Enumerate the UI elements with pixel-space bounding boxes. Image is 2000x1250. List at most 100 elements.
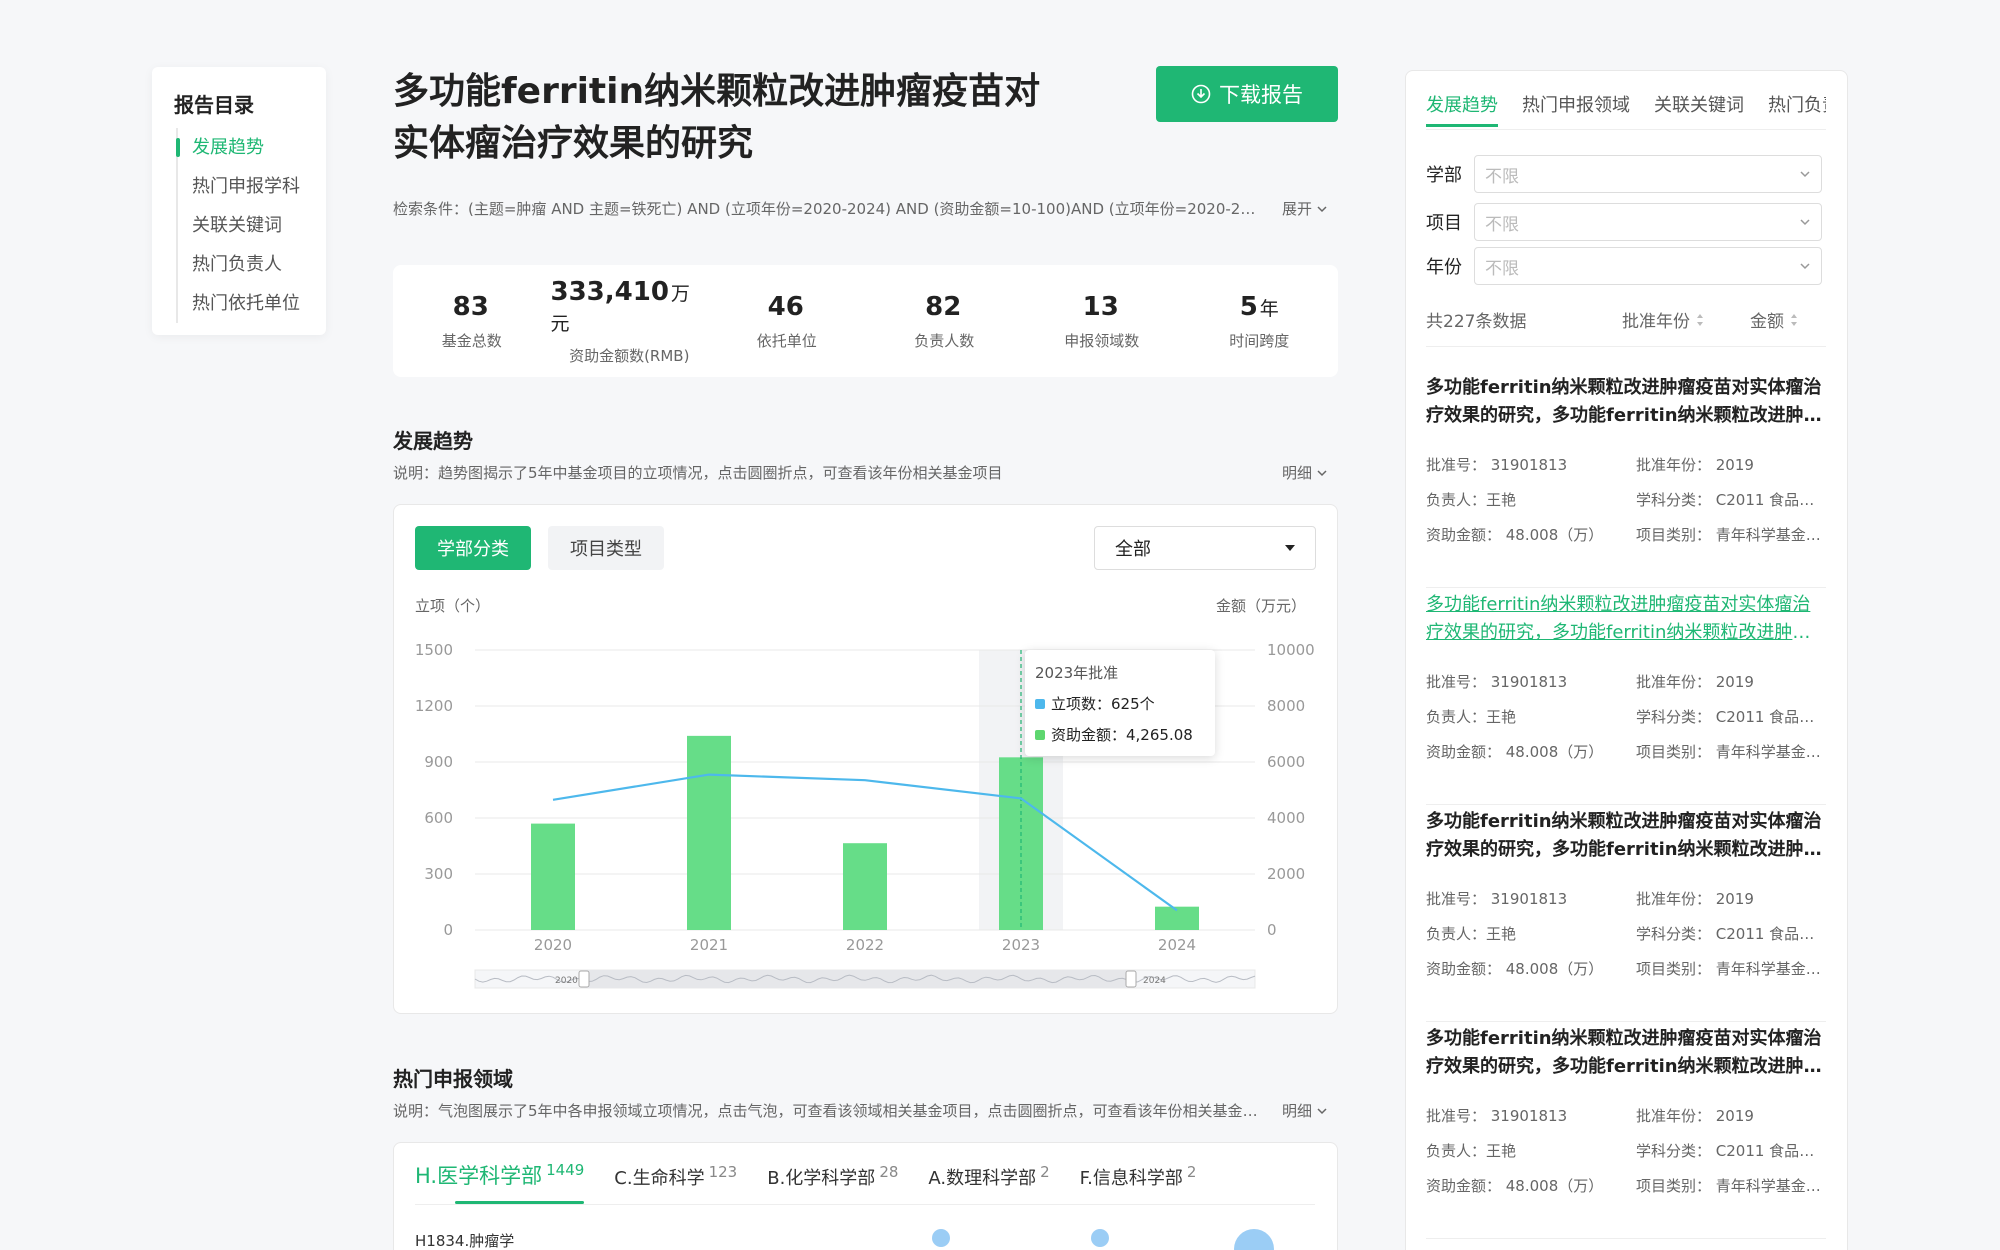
approval-number: 批准号： 31901813: [1426, 890, 1568, 908]
download-report-label: 下载报告: [1219, 83, 1303, 107]
left-tick-label: 1500: [415, 641, 453, 659]
sort-by-year[interactable]: 批准年份: [1622, 307, 1750, 332]
toc-title: 报告目录: [174, 93, 254, 117]
subject-category: 学科分类： C2011 食品科学: [1636, 708, 1826, 726]
hot-section-title: 热门申报领域: [393, 1067, 513, 1091]
domain-tab-chemistry[interactable]: B.化学科学部 28: [767, 1163, 898, 1204]
trend-detail-button[interactable]: 明细: [1282, 462, 1328, 483]
bubble[interactable]: [932, 1229, 950, 1247]
project-card: 多功能ferritin纳米颗粒改进肿瘤疫苗对实体瘤治疗效果的研究，多功能ferr…: [1426, 1025, 1826, 1239]
toc-item-institutions[interactable]: 热门依托单位: [178, 284, 326, 323]
right-tick-label: 2000: [1267, 865, 1305, 883]
tab-department[interactable]: 学部分类: [415, 526, 531, 570]
toc-item-trend[interactable]: 发展趋势: [176, 128, 326, 167]
left-tick-label: 900: [424, 753, 453, 771]
x-tick-label: 2021: [690, 936, 728, 954]
funding-amount: 资助金额： 48.008（万）: [1426, 1177, 1604, 1195]
expand-conditions-button[interactable]: 展开: [1282, 198, 1328, 219]
sort-icon: [1697, 313, 1703, 326]
tooltip-title: 2023年批准: [1035, 664, 1119, 682]
chevron-down-icon: [1317, 205, 1327, 212]
toc-item-keywords[interactable]: 关联关键词: [178, 206, 326, 245]
chevron-down-icon: [1800, 171, 1810, 178]
project-category: 项目类别： 青年科学基金项目: [1636, 526, 1826, 544]
trend-filter-select[interactable]: 全部: [1094, 526, 1316, 570]
project-title-link[interactable]: 多功能ferritin纳米颗粒改进肿瘤疫苗对实体瘤治疗效果的研究，多功能ferr…: [1426, 591, 1826, 647]
department-select[interactable]: 不限: [1474, 155, 1822, 193]
project-title-link[interactable]: 多功能ferritin纳米颗粒改进肿瘤疫苗对实体瘤治疗效果的研究，多功能ferr…: [1426, 808, 1826, 864]
hot-detail-button[interactable]: 明细: [1282, 1100, 1328, 1121]
toc-list: 发展趋势 热门申报学科 关联关键词 热门负责人 热门依托单位: [176, 128, 326, 323]
trend-section-desc: 说明：趋势图揭示了5年中基金项目的立项情况，点击圆圈折点，可查看该年份相关基金项…: [393, 464, 1003, 482]
approval-year: 批准年份： 2019: [1636, 890, 1754, 908]
funding-amount: 资助金额： 48.008（万）: [1426, 960, 1604, 978]
domain-tab-medical[interactable]: H.医学科学部 1449: [415, 1160, 585, 1204]
stat-value: 83: [452, 291, 489, 322]
project-title-link[interactable]: 多功能ferritin纳米颗粒改进肿瘤疫苗对实体瘤治疗效果的研究，多功能ferr…: [1426, 1025, 1826, 1081]
stat-label: 资助金额数(RMB): [569, 346, 690, 365]
x-tick-label: 2020: [534, 936, 572, 954]
domain-tabs: H.医学科学部 1449 C.生命科学 123 B.化学科学部 28 A.数理科学部 2…: [415, 1160, 1315, 1205]
right-tab-hot-domain[interactable]: 热门申报领域: [1522, 91, 1630, 127]
zoom-slider-window: [585, 970, 1130, 988]
approval-year: 批准年份： 2019: [1636, 1107, 1754, 1125]
bubble[interactable]: [1091, 1229, 1109, 1247]
bar: [843, 843, 887, 930]
right-tab-keywords[interactable]: 关联关键词: [1654, 91, 1744, 127]
report-title: 多功能ferritin纳米颗粒改进肿瘤疫苗对实体瘤治疗效果的研究: [393, 71, 1041, 164]
chevron-down-icon: [1317, 1107, 1327, 1114]
right-tabs: 发展趋势 热门申报领域 关联关键词 热门负责人: [1426, 91, 1826, 127]
approval-number: 批准号： 31901813: [1426, 673, 1568, 691]
caret-down-icon: [1285, 545, 1295, 551]
approval-number: 批准号： 31901813: [1426, 456, 1568, 474]
project-select[interactable]: 不限: [1474, 203, 1822, 241]
funding-amount: 资助金额： 48.008（万）: [1426, 743, 1604, 761]
tab-project-type[interactable]: 项目类型: [548, 526, 664, 570]
bubble-row-label: H1834.肿瘤学: [415, 1232, 515, 1250]
filter-row-year: 年份 不限: [1426, 247, 1822, 285]
year-select[interactable]: 不限: [1474, 247, 1822, 285]
right-tab-leaders[interactable]: 热门负责人: [1768, 91, 1826, 127]
subject-category: 学科分类： C2011 食品科学: [1636, 925, 1826, 943]
stat-value: 46: [767, 291, 804, 322]
stats-card: 83 基金总数 333,410 万元 资助金额数(RMB) 46 依托单位 82 负责人数…: [393, 265, 1338, 377]
expand-label: 展开: [1282, 200, 1313, 218]
stat-value: 333,410: [550, 276, 669, 307]
toc-item-leaders[interactable]: 热门负责人: [178, 245, 326, 284]
approval-year: 批准年份： 2019: [1636, 456, 1754, 474]
project-title-link[interactable]: 多功能ferritin纳米颗粒改进肿瘤疫苗对实体瘤治疗效果的研究，多功能ferr…: [1426, 374, 1826, 430]
trend-section-title: 发展趋势: [393, 429, 473, 453]
stat-label: 申报领域数: [1064, 331, 1140, 350]
zoom-handle-end: [1125, 970, 1137, 988]
filter-label: 学部: [1426, 165, 1462, 186]
filter-row-department: 学部 不限: [1426, 155, 1822, 193]
x-tick-label: 2022: [846, 936, 884, 954]
tooltip-count: 立项数：625个: [1051, 695, 1155, 713]
project-card: 多功能ferritin纳米颗粒改进肿瘤疫苗对实体瘤治疗效果的研究，多功能ferr…: [1426, 591, 1826, 805]
domain-tab-math-physics[interactable]: A.数理科学部 2: [928, 1163, 1049, 1204]
domain-tab-life[interactable]: C.生命科学 123: [614, 1163, 737, 1204]
download-report-button[interactable]: 下载报告: [1156, 66, 1338, 122]
left-axis-label: 立项（个）: [415, 597, 491, 615]
right-tick-label: 4000: [1267, 809, 1305, 827]
tabs-divider: [1426, 129, 1826, 130]
toc-item-hot-subject[interactable]: 热门申报学科: [178, 167, 326, 206]
chevron-down-icon: [1800, 219, 1810, 226]
zoom-handle-start: [578, 970, 590, 988]
domain-tab-information[interactable]: F.信息科学部 2: [1080, 1163, 1197, 1204]
stat-fund-total: 83 基金总数: [393, 265, 551, 377]
x-tick-label: 2024: [1158, 936, 1196, 954]
project-leader: 负责人：王艳: [1426, 925, 1517, 943]
left-tick-label: 300: [424, 865, 453, 883]
filter-row-project: 项目 不限: [1426, 203, 1822, 241]
right-tick-label: 10000: [1267, 641, 1315, 659]
stat-value: 13: [1082, 291, 1119, 322]
funding-amount: 资助金额： 48.008（万）: [1426, 526, 1604, 544]
sort-by-amount[interactable]: 金额: [1750, 307, 1798, 332]
project-category: 项目类别： 青年科学基金项目: [1636, 1177, 1826, 1195]
right-tab-trend[interactable]: 发展趋势: [1426, 91, 1498, 127]
zoom-start-label: 2020: [555, 976, 578, 986]
subject-category: 学科分类： C2011 食品科学: [1636, 491, 1826, 509]
project-category: 项目类别： 青年科学基金项目: [1636, 960, 1826, 978]
stat-domains: 13 申报领域数: [1023, 265, 1181, 377]
